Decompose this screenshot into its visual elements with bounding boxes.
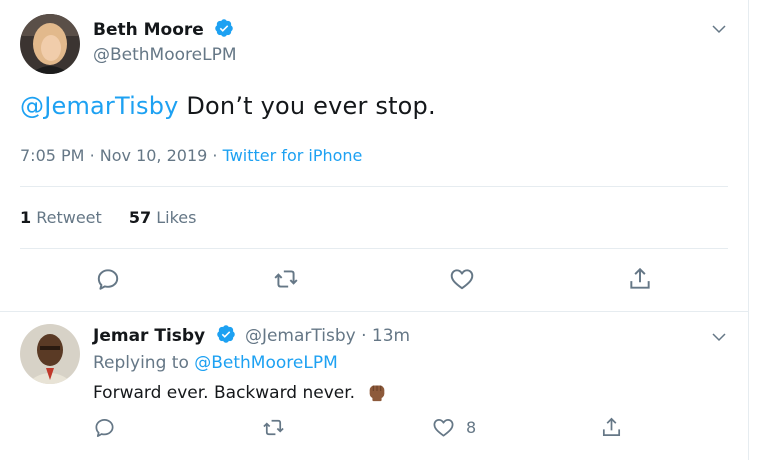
- tweet-meta: 7:05 PM · Nov 10, 2019 · Twitter for iPh…: [20, 146, 362, 165]
- share-button[interactable]: [627, 266, 653, 292]
- meta-separator: ·: [89, 146, 95, 165]
- tweet-source-link[interactable]: Twitter for iPhone: [223, 146, 363, 165]
- divider: [20, 248, 728, 249]
- replying-to-label: Replying to: [93, 353, 189, 373]
- retweet-count: 1: [20, 208, 32, 227]
- avatar-jemar-tisby[interactable]: [20, 324, 80, 384]
- engagement-stats: 1 Retweet 57 Likes: [20, 208, 196, 227]
- mention-link[interactable]: @JemarTisby: [20, 92, 179, 120]
- replying-to: Replying to @BethMooreLPM: [93, 353, 338, 373]
- author-name[interactable]: Beth Moore: [93, 20, 204, 40]
- reply-author-handle[interactable]: @JemarTisby: [245, 326, 356, 346]
- share-icon: [630, 267, 650, 289]
- meta-separator: ·: [361, 326, 367, 346]
- author-handle[interactable]: @BethMooreLPM: [93, 45, 237, 65]
- chevron-down-icon[interactable]: [710, 20, 728, 38]
- reply-button[interactable]: [95, 266, 121, 292]
- reply-like-count: 8: [466, 418, 477, 437]
- like-icon: [450, 269, 474, 290]
- verified-badge-icon: [215, 19, 233, 37]
- reply-author-name[interactable]: Jemar Tisby: [93, 326, 205, 346]
- like-button[interactable]: [432, 416, 455, 439]
- like-button[interactable]: [449, 266, 475, 292]
- avatar-beth-moore[interactable]: [20, 14, 80, 74]
- timeline-border: [748, 0, 749, 460]
- reply-text: Forward ever. Backward never.: [93, 380, 388, 403]
- retweet-icon: [274, 270, 298, 288]
- tweet-body: Don’t you ever stop.: [178, 92, 436, 120]
- retweet-button[interactable]: [273, 266, 299, 292]
- tweet-date[interactable]: Nov 10, 2019: [100, 146, 208, 165]
- reply-body: Forward ever. Backward never.: [93, 383, 356, 403]
- like-count: 57: [128, 208, 152, 227]
- tweet-separator: [0, 311, 749, 312]
- like-icon: [433, 418, 454, 437]
- retweet-button[interactable]: [262, 416, 285, 439]
- retweet-icon: [263, 419, 284, 436]
- raised-fist-emoji: [370, 385, 385, 402]
- tweet-text: @JemarTisby Don’t you ever stop.: [20, 92, 436, 120]
- tweet-time[interactable]: 7:05 PM: [20, 146, 84, 165]
- retweet-stat[interactable]: 1 Retweet: [20, 208, 107, 227]
- likes-stat[interactable]: 57 Likes: [129, 208, 197, 227]
- reply-age[interactable]: 13m: [372, 326, 410, 346]
- retweet-label: Retweet: [36, 208, 102, 227]
- likes-label: Likes: [156, 208, 197, 227]
- verified-badge-icon: [216, 325, 235, 343]
- reply-button[interactable]: [93, 416, 116, 439]
- share-button[interactable]: [600, 416, 623, 439]
- replying-to-handle[interactable]: @BethMooreLPM: [194, 353, 338, 373]
- meta-separator: ·: [212, 146, 218, 165]
- divider: [20, 186, 728, 187]
- reply-icon: [97, 269, 119, 290]
- share-icon: [602, 417, 621, 437]
- reply-icon: [95, 418, 114, 437]
- chevron-down-icon[interactable]: [710, 328, 728, 346]
